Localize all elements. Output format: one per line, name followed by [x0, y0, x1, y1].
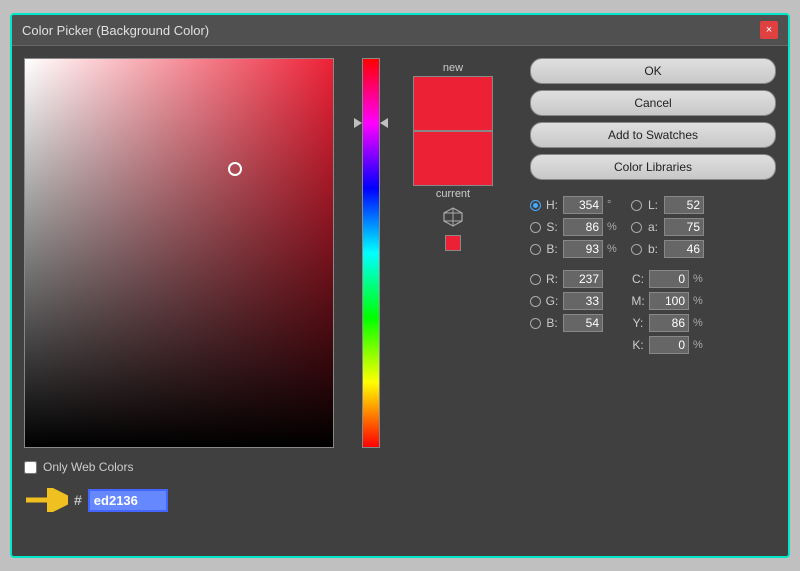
a-radio[interactable]: [631, 222, 642, 233]
a-row: a:: [631, 218, 707, 236]
spectrum-arrow-top: [354, 118, 362, 128]
g-row: G:: [530, 292, 621, 310]
color-cursor[interactable]: [228, 162, 242, 176]
title-bar: Color Picker (Background Color) ×: [12, 15, 788, 46]
h-unit: °: [607, 199, 621, 211]
m-input[interactable]: [649, 292, 689, 310]
dialog-title: Color Picker (Background Color): [22, 23, 209, 38]
color-libraries-button[interactable]: Color Libraries: [530, 154, 776, 180]
only-web-colors-label: Only Web Colors: [43, 460, 133, 474]
only-web-colors-checkbox[interactable]: [24, 461, 37, 474]
a-input[interactable]: [664, 218, 704, 236]
y-unit: %: [693, 317, 707, 329]
l-label: L:: [646, 198, 660, 212]
k-label: K:: [631, 338, 645, 352]
s-row: S: %: [530, 218, 621, 236]
web-color-icon: [442, 206, 464, 233]
color-picker-dialog: Color Picker (Background Color) × Only W…: [10, 13, 790, 558]
a-label: a:: [646, 220, 660, 234]
cancel-button[interactable]: Cancel: [530, 90, 776, 116]
color-picker-area: Only Web Colors #: [24, 58, 344, 544]
l-row: L:: [631, 196, 707, 214]
r-label: R:: [545, 272, 559, 286]
current-color-box: [413, 131, 493, 186]
yellow-arrow-icon: [24, 488, 68, 512]
k-unit: %: [693, 339, 707, 351]
spectrum-area: [356, 58, 386, 544]
b-rgb-radio[interactable]: [530, 318, 541, 329]
fields-section: H: ° S: % B:: [530, 196, 776, 354]
b-rgb-label: B:: [545, 316, 559, 330]
gradient-dark: [25, 59, 333, 447]
hex-input[interactable]: [88, 489, 168, 512]
b-hsb-input[interactable]: [563, 240, 603, 258]
b-lab-label: b:: [646, 242, 660, 256]
spectrum-bar-wrap[interactable]: [362, 58, 380, 448]
h-input[interactable]: [563, 196, 603, 214]
h-radio[interactable]: [530, 200, 541, 211]
r-radio[interactable]: [530, 274, 541, 285]
l-input[interactable]: [664, 196, 704, 214]
b-hsb-unit: %: [607, 243, 621, 255]
c-unit: %: [693, 273, 707, 285]
r-row: R:: [530, 270, 621, 288]
h-row: H: °: [530, 196, 621, 214]
lab-cmyk-col: L: a: b:: [631, 196, 707, 354]
small-color-indicator: [445, 235, 461, 251]
m-unit: %: [693, 295, 707, 307]
g-label: G:: [545, 294, 559, 308]
b-hsb-label: B:: [545, 242, 559, 256]
add-to-swatches-button[interactable]: Add to Swatches: [530, 122, 776, 148]
y-label: Y:: [631, 316, 645, 330]
b-rgb-input[interactable]: [563, 314, 603, 332]
s-unit: %: [607, 221, 621, 233]
close-button[interactable]: ×: [760, 21, 778, 39]
new-label: new: [443, 62, 463, 74]
ok-button[interactable]: OK: [530, 58, 776, 84]
button-group: OK Cancel Add to Swatches Color Librarie…: [530, 58, 776, 180]
spectrum-bar[interactable]: [362, 58, 380, 448]
l-radio[interactable]: [631, 200, 642, 211]
r-input[interactable]: [563, 270, 603, 288]
s-label: S:: [545, 220, 559, 234]
dialog-body: Only Web Colors #: [12, 46, 788, 556]
c-row: C: %: [631, 270, 707, 288]
spectrum-arrow-right: [380, 118, 388, 128]
right-area: OK Cancel Add to Swatches Color Librarie…: [520, 58, 776, 544]
c-label: C:: [631, 272, 645, 286]
b-rgb-row: B:: [530, 314, 621, 332]
preview-area: new current: [398, 58, 508, 544]
b-hsb-row: B: %: [530, 240, 621, 258]
h-label: H:: [545, 198, 559, 212]
new-color-box: [413, 76, 493, 131]
b-lab-row: b:: [631, 240, 707, 258]
b-lab-radio[interactable]: [631, 244, 642, 255]
g-input[interactable]: [563, 292, 603, 310]
b-hsb-radio[interactable]: [530, 244, 541, 255]
s-input[interactable]: [563, 218, 603, 236]
current-label: current: [436, 188, 470, 200]
m-label: M:: [631, 294, 645, 308]
hsb-rgb-col: H: ° S: % B:: [530, 196, 621, 354]
s-radio[interactable]: [530, 222, 541, 233]
y-row: Y: %: [631, 314, 707, 332]
b-lab-input[interactable]: [664, 240, 704, 258]
c-input[interactable]: [649, 270, 689, 288]
hex-hash: #: [74, 492, 82, 508]
k-input[interactable]: [649, 336, 689, 354]
hex-row: #: [24, 488, 344, 512]
k-row: K: %: [631, 336, 707, 354]
m-row: M: %: [631, 292, 707, 310]
g-radio[interactable]: [530, 296, 541, 307]
color-gradient[interactable]: [24, 58, 334, 448]
y-input[interactable]: [649, 314, 689, 332]
only-web-colors-row: Only Web Colors: [24, 460, 344, 474]
